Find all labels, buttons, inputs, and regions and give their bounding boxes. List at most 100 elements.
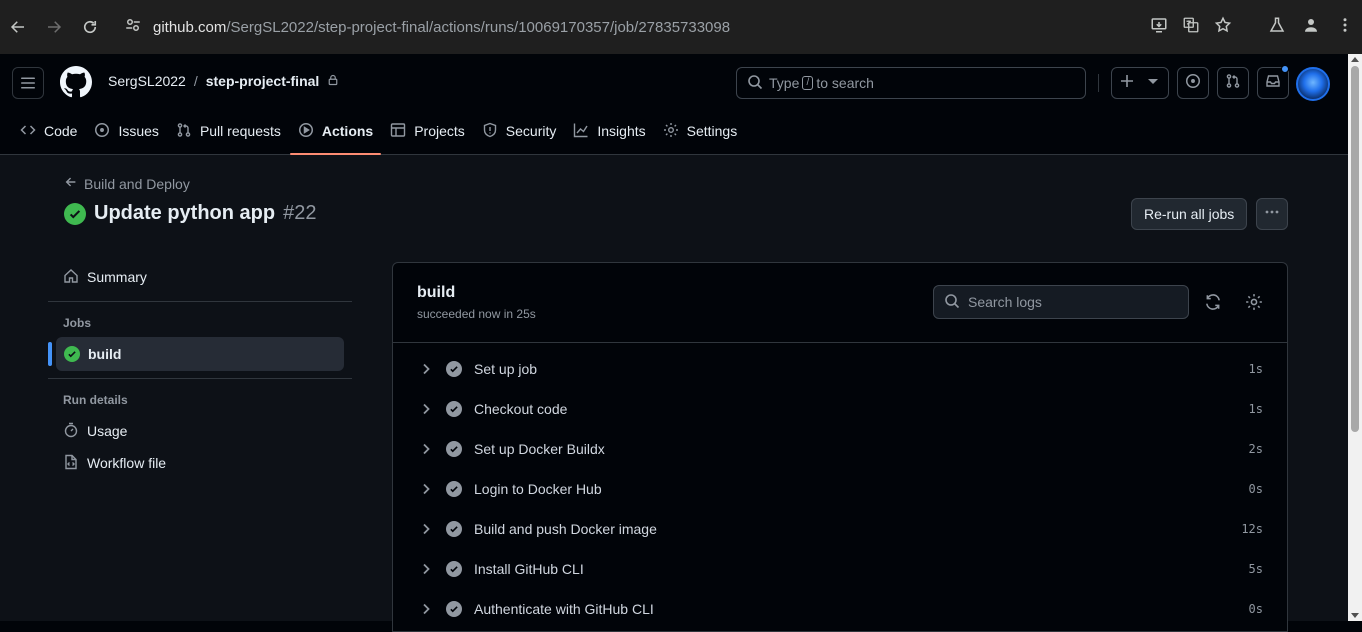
usage-label: Usage xyxy=(87,423,128,439)
search-logs-input[interactable]: Search logs xyxy=(933,285,1189,319)
gear-icon xyxy=(663,122,687,141)
forward-arrow-icon[interactable] xyxy=(36,9,72,45)
address-bar[interactable]: github.com/SergSL2022/step-project-final… xyxy=(114,10,1242,44)
run-number: #22 xyxy=(283,202,317,224)
scroll-down-arrow[interactable] xyxy=(1351,613,1359,618)
issues-button[interactable] xyxy=(1177,67,1209,99)
chevron-right-icon xyxy=(418,601,434,617)
page-scrollbar[interactable] xyxy=(1348,54,1362,621)
check-circle-icon xyxy=(446,561,462,577)
play-icon xyxy=(298,122,322,141)
pull-requests-button[interactable] xyxy=(1217,67,1249,99)
search-prefix: Type xyxy=(769,75,800,91)
issue-opened-icon xyxy=(1185,73,1201,94)
github-logo-icon[interactable] xyxy=(60,66,92,98)
check-circle-icon xyxy=(64,202,86,225)
shield-icon xyxy=(482,122,506,141)
lock-icon xyxy=(327,73,339,89)
step-duration: 0s xyxy=(1248,482,1263,496)
tab-insights-label: Insights xyxy=(597,123,646,139)
bookmark-star-icon[interactable] xyxy=(1214,16,1232,39)
global-search-input[interactable]: Type / to search xyxy=(736,67,1086,99)
sidebar-item-summary[interactable]: Summary xyxy=(48,260,352,294)
check-circle-icon xyxy=(446,441,462,457)
chevron-right-icon xyxy=(418,561,434,577)
rerun-all-jobs-button[interactable]: Re-run all jobs xyxy=(1131,198,1248,230)
breadcrumb-separator: / xyxy=(193,73,198,89)
issue-icon xyxy=(94,122,118,141)
jobs-heading: Jobs xyxy=(63,316,92,330)
run-title-text: Update python app xyxy=(94,202,276,224)
profile-icon[interactable] xyxy=(1302,16,1320,39)
step-name: Build and push Docker image xyxy=(474,521,657,537)
back-link-label: Build and Deploy xyxy=(84,175,190,192)
hamburger-menu-icon[interactable] xyxy=(12,67,44,99)
back-arrow-icon[interactable] xyxy=(0,9,36,45)
step-name: Set up Docker Buildx xyxy=(474,441,605,457)
chevron-right-icon xyxy=(418,521,434,537)
tab-actions-label: Actions xyxy=(321,123,374,139)
scrollbar-thumb[interactable] xyxy=(1351,66,1359,432)
search-icon xyxy=(747,74,769,93)
sidebar-divider xyxy=(48,301,352,302)
owner-link[interactable]: SergSL2022 xyxy=(108,73,186,89)
sidebar-item-workflow-file[interactable]: Workflow file xyxy=(48,446,352,480)
sidebar-item-build[interactable]: build xyxy=(48,337,344,371)
reload-icon[interactable] xyxy=(72,9,108,45)
tab-code-label: Code xyxy=(44,123,78,139)
tab-settings-label: Settings xyxy=(686,123,738,139)
step-duration: 0s xyxy=(1248,602,1263,616)
browser-menu-icon[interactable] xyxy=(1336,16,1354,39)
step-name: Login to Docker Hub xyxy=(474,481,602,497)
back-to-workflow-link[interactable]: Build and Deploy xyxy=(64,175,190,192)
job-step[interactable]: Set up Docker Buildx 2s xyxy=(393,429,1287,469)
check-circle-icon xyxy=(446,361,462,377)
tab-insights[interactable]: Insights xyxy=(565,114,653,148)
step-name: Checkout code xyxy=(474,401,568,417)
job-log-panel: build succeeded now in 25s Search logs S… xyxy=(392,262,1288,632)
tab-projects[interactable]: Projects xyxy=(382,114,473,148)
job-label: build xyxy=(88,346,122,362)
home-icon xyxy=(63,268,87,287)
labs-flask-icon[interactable] xyxy=(1268,16,1286,39)
url-text[interactable]: github.com/SergSL2022/step-project-final… xyxy=(153,19,730,36)
run-details-heading: Run details xyxy=(63,393,128,407)
file-code-icon xyxy=(63,454,87,473)
git-pull-request-icon xyxy=(1225,73,1241,94)
workflow-file-label: Workflow file xyxy=(87,455,167,471)
site-settings-icon[interactable] xyxy=(124,16,144,39)
job-step[interactable]: Install GitHub CLI 5s xyxy=(393,549,1287,589)
tab-code[interactable]: Code xyxy=(12,114,85,148)
more-options-button[interactable] xyxy=(1256,198,1288,230)
check-circle-icon xyxy=(446,481,462,497)
sidebar-item-usage[interactable]: Usage xyxy=(48,414,352,448)
tab-issues[interactable]: Issues xyxy=(86,114,166,148)
github-header: SergSL2022 / step-project-final Type / t… xyxy=(0,54,1348,155)
repo-link[interactable]: step-project-final xyxy=(206,73,320,89)
code-icon xyxy=(20,122,44,141)
tab-pull-requests[interactable]: Pull requests xyxy=(168,114,289,148)
step-duration: 5s xyxy=(1248,562,1263,576)
tab-security[interactable]: Security xyxy=(474,114,565,148)
repo-breadcrumb: SergSL2022 / step-project-final xyxy=(108,73,339,89)
run-sidebar: Summary Jobs build Run details Usage Wor… xyxy=(48,260,352,480)
job-step[interactable]: Set up job 1s xyxy=(393,349,1287,389)
job-step[interactable]: Checkout code 1s xyxy=(393,389,1287,429)
browser-toolbar: github.com/SergSL2022/step-project-final… xyxy=(0,0,1362,54)
job-step[interactable]: Authenticate with GitHub CLI 0s xyxy=(393,589,1287,629)
gear-icon[interactable] xyxy=(1245,293,1263,311)
tab-settings[interactable]: Settings xyxy=(655,114,746,148)
sync-icon[interactable] xyxy=(1204,293,1222,311)
install-app-icon[interactable] xyxy=(1150,16,1168,39)
step-duration: 2s xyxy=(1248,442,1263,456)
job-step[interactable]: Build and push Docker image 12s xyxy=(393,509,1287,549)
user-avatar[interactable] xyxy=(1296,67,1330,101)
job-step[interactable]: Login to Docker Hub 0s xyxy=(393,469,1287,509)
create-new-button[interactable] xyxy=(1111,67,1169,99)
translate-icon[interactable] xyxy=(1182,16,1200,39)
tab-issues-label: Issues xyxy=(118,123,159,139)
summary-label: Summary xyxy=(87,269,147,285)
scroll-up-arrow[interactable] xyxy=(1351,57,1359,62)
tab-actions[interactable]: Actions xyxy=(289,114,382,155)
chevron-right-icon xyxy=(418,401,434,417)
